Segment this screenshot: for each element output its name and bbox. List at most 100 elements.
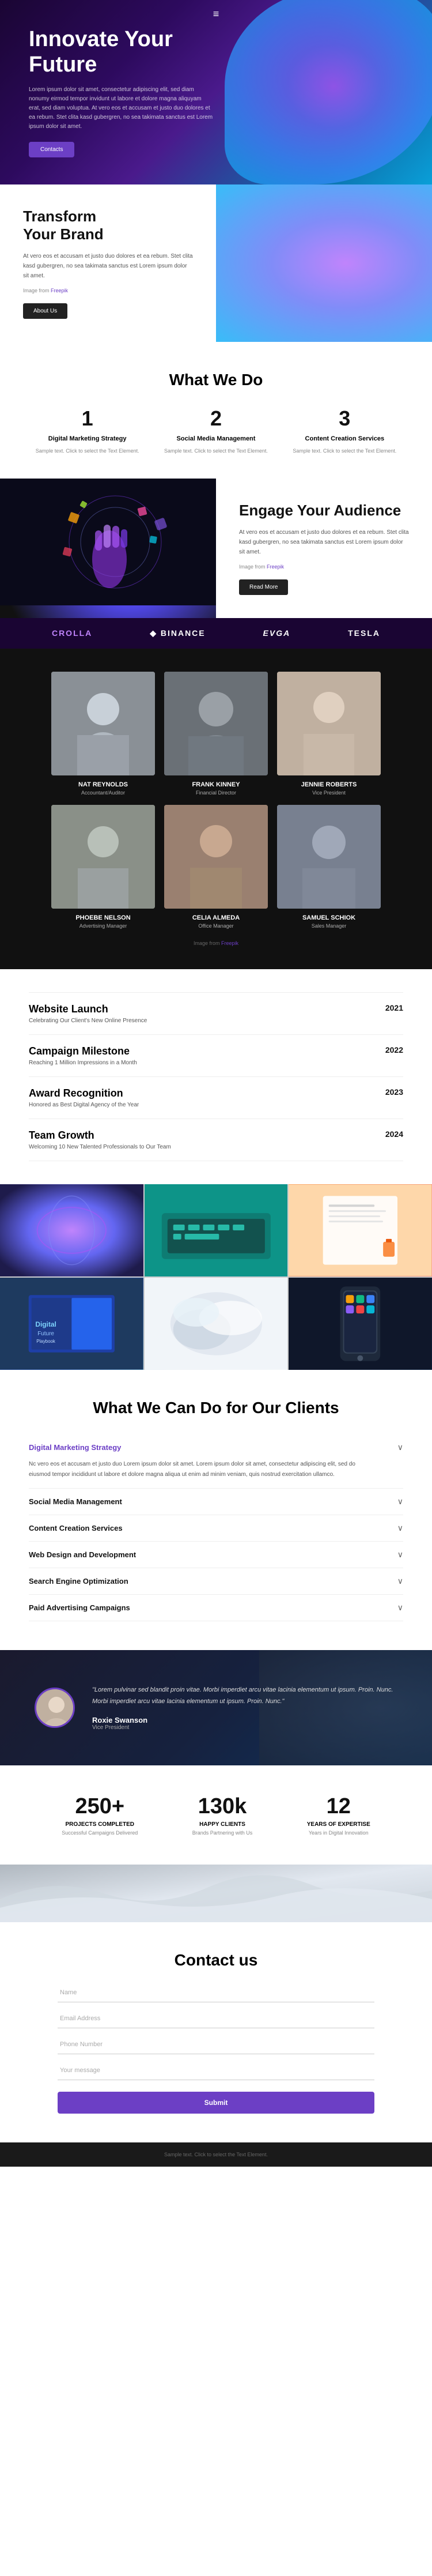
- accordion-item-2: Social Media Management ∨: [29, 1489, 403, 1515]
- services-section-title: What We Can Do for Our Clients: [29, 1399, 403, 1417]
- gallery-svg-5: [145, 1278, 288, 1370]
- nat-photo-svg: [51, 672, 155, 775]
- gallery-svg-6: [289, 1278, 432, 1370]
- timeline-item-4: Team Growth Welcoming 10 New Talented Pr…: [29, 1119, 403, 1161]
- transform-img-credit: Image from Freepik: [23, 287, 193, 295]
- stat-item-3: 12 YEARS OF EXPERTISE Years in Digital I…: [307, 1794, 370, 1836]
- stat-label-1: PROJECTS COMPLETED: [62, 1821, 138, 1828]
- transform-freepik-link[interactable]: Freepik: [51, 288, 68, 293]
- engage-img-credit: Image from Freepik: [239, 563, 409, 571]
- accordion-item-3: Content Creation Services ∨: [29, 1515, 403, 1542]
- accordion-title-1: Digital Marketing Strategy: [29, 1443, 121, 1452]
- services-grid: 1 Digital Marketing Strategy Sample text…: [23, 406, 409, 455]
- contact-name-input[interactable]: [58, 1983, 374, 2002]
- service-item-3: 3 Content Creation Services Sample text.…: [287, 406, 403, 455]
- testimonial-quote: "Lorem pulvinar sed blandit proin vitae.…: [92, 1685, 397, 1708]
- hero-title: Innovate Your Future: [29, 27, 225, 77]
- gallery-item-1: [0, 1184, 143, 1276]
- accordion-arrow-1: ∨: [397, 1443, 403, 1452]
- team-photo-samuel: [277, 805, 381, 909]
- service-desc-1: Sample text. Click to select the Text El…: [29, 447, 145, 455]
- timeline-desc-2: Reaching 1 Million Impressions in a Mont…: [29, 1060, 137, 1066]
- team-card-samuel: SAMUEL SCHIOK Sales Manager: [277, 805, 381, 929]
- engage-image: [0, 479, 216, 618]
- services-section: What We Can Do for Our Clients Digital M…: [0, 1370, 432, 1650]
- engage-right: Engage Your Audience At vero eos et accu…: [216, 479, 432, 618]
- timeline-section: Website Launch Celebrating Our Client's …: [0, 969, 432, 1184]
- gallery-item-6: [289, 1278, 432, 1370]
- contact-title: Contact us: [58, 1951, 374, 1969]
- team-photo-frank: [164, 672, 268, 775]
- team-card-phoebe: PHOEBE NELSON Advertising Manager: [51, 805, 155, 929]
- accordion-title-4: Web Design and Development: [29, 1550, 136, 1559]
- stat-sub-2: Brands Partnering with Us: [192, 1830, 253, 1836]
- gallery-item-5: [145, 1278, 288, 1370]
- accordion-header-2[interactable]: Social Media Management ∨: [29, 1497, 403, 1507]
- accordion-arrow-4: ∨: [397, 1550, 403, 1560]
- what-we-do-title: What We Do: [23, 371, 409, 389]
- contact-message-input[interactable]: [58, 2061, 374, 2080]
- transform-right: [216, 184, 432, 342]
- engage-section: Engage Your Audience At vero eos et accu…: [0, 479, 432, 618]
- accordion-header-1[interactable]: Digital Marketing Strategy ∨: [29, 1443, 403, 1452]
- hamburger-menu[interactable]: ≡: [213, 8, 219, 20]
- team-name-jennie: JENNIE ROBERTS: [277, 781, 381, 788]
- accordion-item-6: Paid Advertising Campaigns ∨: [29, 1595, 403, 1621]
- accordion-content-1: Nc vero eos et accusam et justo duo Lore…: [29, 1459, 366, 1480]
- transform-title: TransformYour Brand: [23, 208, 193, 243]
- accordion-header-6[interactable]: Paid Advertising Campaigns ∨: [29, 1603, 403, 1613]
- contact-phone-input[interactable]: [58, 2035, 374, 2054]
- team-grid: NAT REYNOLDS Accountant/Auditor FRANK KI…: [23, 672, 409, 929]
- transform-description: At vero eos et accusam et justo duo dolo…: [23, 251, 193, 281]
- team-name-phoebe: PHOEBE NELSON: [51, 914, 155, 921]
- read-more-btn[interactable]: Read More: [239, 579, 288, 595]
- engage-left: [0, 479, 216, 618]
- timeline-left-3: Award Recognition Honored as Best Digita…: [29, 1087, 139, 1108]
- team-role-frank: Financial Director: [164, 790, 268, 796]
- stat-label-3: YEARS OF EXPERTISE: [307, 1821, 370, 1828]
- brand-evga: EVGA: [263, 628, 291, 638]
- svg-text:Playbook: Playbook: [36, 1339, 55, 1344]
- hero-cta-button[interactable]: Contacts: [29, 142, 74, 157]
- team-img-credit: Image from Freepik: [23, 940, 409, 946]
- team-card-frank: FRANK KINNEY Financial Director: [164, 672, 268, 796]
- team-role-celia: Office Manager: [164, 923, 268, 929]
- timeline-title-4: Team Growth: [29, 1129, 171, 1142]
- service-desc-2: Sample text. Click to select the Text El…: [158, 447, 274, 455]
- gallery-section: Digital Future Playbook: [0, 1184, 432, 1370]
- gallery-item-4: Digital Future Playbook: [0, 1278, 143, 1370]
- gallery-svg-4: Digital Future Playbook: [0, 1278, 143, 1370]
- team-photo-phoebe: [51, 805, 155, 909]
- engage-svg: [0, 479, 216, 605]
- transform-section: TransformYour Brand At vero eos et accus…: [0, 184, 432, 342]
- transform-image: [216, 184, 432, 342]
- contact-submit-button[interactable]: Submit: [58, 2092, 374, 2114]
- contact-email-input[interactable]: [58, 2009, 374, 2028]
- team-role-phoebe: Advertising Manager: [51, 923, 155, 929]
- hero-section: ≡ Innovate Your Future Lorem ipsum dolor…: [0, 0, 432, 184]
- team-role-samuel: Sales Manager: [277, 923, 381, 929]
- accordion-arrow-2: ∨: [397, 1497, 403, 1507]
- footer-text: Sample text. Click to select the Text El…: [164, 2152, 268, 2157]
- about-btn[interactable]: About Us: [23, 303, 67, 319]
- engage-title: Engage Your Audience: [239, 502, 409, 519]
- timeline-left-1: Website Launch Celebrating Our Client's …: [29, 1003, 147, 1024]
- accordion-header-5[interactable]: Search Engine Optimization ∨: [29, 1576, 403, 1586]
- service-num-3: 3: [287, 406, 403, 431]
- timeline-year-3: 2023: [385, 1087, 403, 1097]
- team-card-celia: CELIA ALMEDA Office Manager: [164, 805, 268, 929]
- accordion-header-4[interactable]: Web Design and Development ∨: [29, 1550, 403, 1560]
- accordion-title-3: Content Creation Services: [29, 1524, 123, 1532]
- gallery-svg-3: [289, 1184, 432, 1276]
- team-freepik-link[interactable]: Freepik: [221, 940, 238, 946]
- stat-number-1: 250+: [62, 1794, 138, 1819]
- accordion-arrow-3: ∨: [397, 1523, 403, 1533]
- timeline-item-3: Award Recognition Honored as Best Digita…: [29, 1077, 403, 1119]
- stat-item-2: 130k HAPPY CLIENTS Brands Partnering wit…: [192, 1794, 253, 1836]
- stat-sub-3: Years in Digital Innovation: [307, 1830, 370, 1836]
- accordion-header-3[interactable]: Content Creation Services ∨: [29, 1523, 403, 1533]
- engage-freepik-link[interactable]: Freepik: [267, 564, 284, 570]
- contact-form[interactable]: Submit: [58, 1983, 374, 2114]
- timeline-title-1: Website Launch: [29, 1003, 147, 1015]
- stat-number-3: 12: [307, 1794, 370, 1819]
